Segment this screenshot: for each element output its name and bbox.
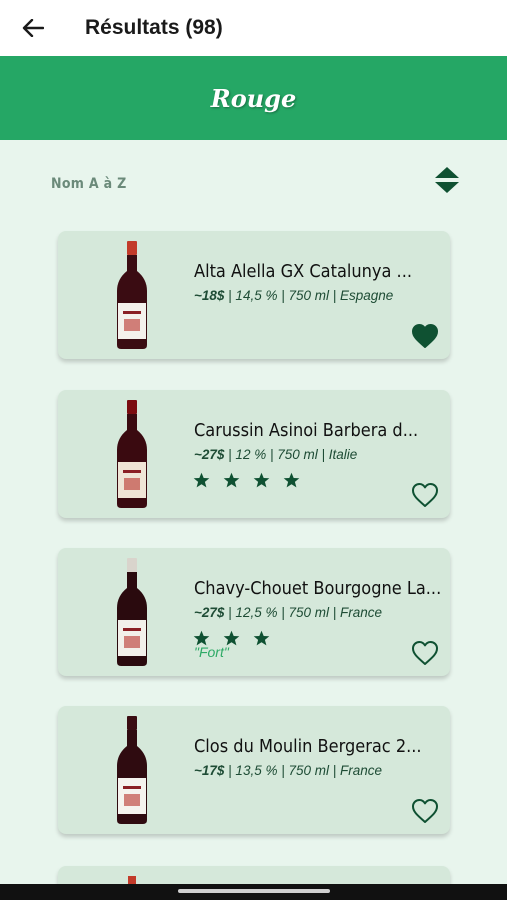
- wine-price: ~27$: [194, 447, 225, 462]
- wine-card[interactable]: Chavy-Chouet Bourgogne La... ~27$ | 12,5 …: [58, 548, 450, 676]
- wine-name: Alta Alella GX Catalunya ...: [194, 261, 412, 282]
- sort-toggle-icon: [435, 167, 459, 193]
- category-title: Rouge: [210, 83, 297, 113]
- wine-bottle-image: [117, 400, 147, 508]
- heart-outline-icon[interactable]: [411, 798, 439, 824]
- wine-specs: | 12 % | 750 ml | Italie: [224, 447, 358, 462]
- wine-name: Clos du Moulin Bergerac 2...: [194, 736, 422, 757]
- star-icon: [193, 472, 210, 488]
- wine-details: ~27$ | 12 % | 750 ml | Italie: [194, 447, 357, 462]
- wine-price: ~27$: [194, 605, 225, 620]
- wine-price: ~18$: [194, 288, 225, 303]
- wine-card[interactable]: Alta Alella GX Catalunya ... ~18$ | 14,5 …: [58, 231, 450, 359]
- star-icon: [223, 472, 240, 488]
- arrow-left-icon: [22, 19, 44, 37]
- wine-specs: | 13,5 % | 750 ml | France: [224, 763, 383, 778]
- wine-name: Chavy-Chouet Bourgogne La...: [194, 578, 442, 599]
- star-icon: [253, 472, 270, 488]
- wine-bottle-image: [117, 558, 147, 666]
- home-indicator[interactable]: [178, 889, 330, 893]
- back-button[interactable]: [0, 0, 66, 56]
- wine-card[interactable]: Clos du Moulin Bergerac 2... ~17$ | 13,5 …: [58, 706, 450, 834]
- wine-details: ~18$ | 14,5 % | 750 ml | Espagne: [194, 288, 393, 303]
- wine-tag: "Fort": [194, 644, 229, 660]
- heart-outline-icon[interactable]: [411, 640, 439, 666]
- wine-card[interactable]: Carussin Asinoi Barbera d... ~27$ | 12 % …: [58, 390, 450, 518]
- wine-bottle-image: [117, 716, 147, 824]
- wine-details: ~27$ | 12,5 % | 750 ml | France: [194, 605, 382, 620]
- star-icon: [253, 630, 270, 646]
- wine-bottle-image: [117, 241, 147, 349]
- page-title: Résultats (98): [85, 16, 223, 39]
- heart-filled-icon[interactable]: [411, 323, 439, 349]
- wine-details: ~17$ | 13,5 % | 750 ml | France: [194, 763, 382, 778]
- app-bar: Résultats (98): [0, 0, 507, 56]
- rating-stars: [193, 472, 300, 489]
- system-navigation-bar: [0, 884, 507, 900]
- sort-toggle-button[interactable]: [432, 164, 462, 196]
- category-banner: Rouge: [0, 56, 507, 140]
- sort-label[interactable]: Nom A à Z: [51, 176, 127, 192]
- wine-specs: | 12,5 % | 750 ml | France: [224, 605, 383, 620]
- heart-outline-icon[interactable]: [411, 482, 439, 508]
- star-icon: [283, 472, 300, 488]
- wine-price: ~17$: [194, 763, 225, 778]
- wine-name: Carussin Asinoi Barbera d...: [194, 420, 419, 441]
- wine-specs: | 14,5 % | 750 ml | Espagne: [224, 288, 394, 303]
